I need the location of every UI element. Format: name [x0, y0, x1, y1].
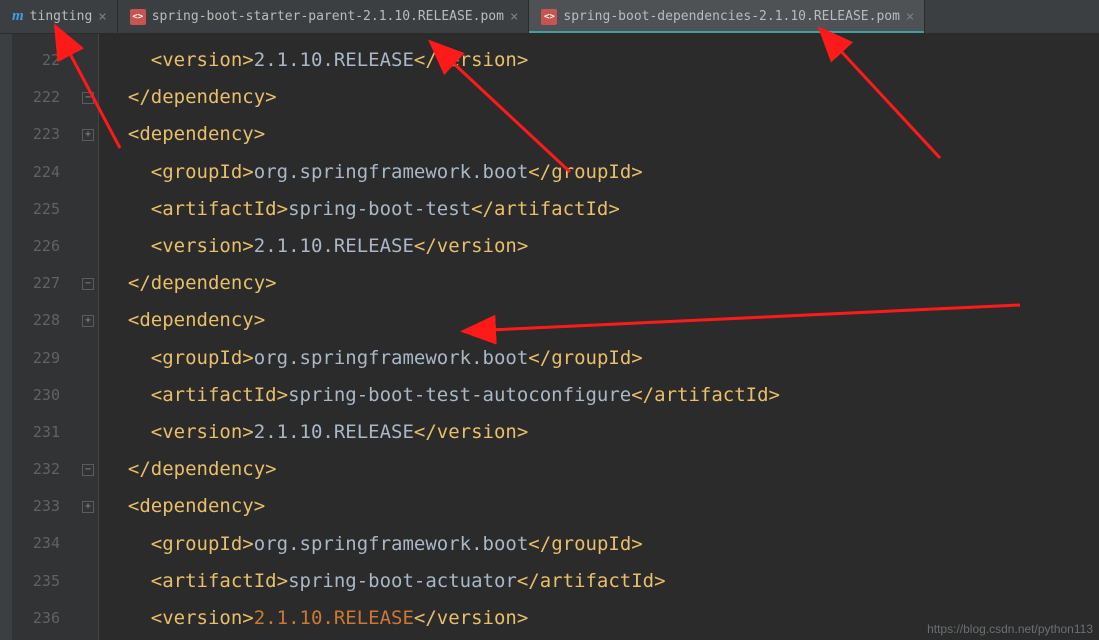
- tab-label: spring-boot-starter-parent-2.1.10.RELEAS…: [152, 9, 504, 24]
- fold-gutter-cell: +: [78, 302, 98, 339]
- fold-collapse-icon[interactable]: −: [82, 278, 94, 290]
- code-line: <dependency>: [105, 302, 1099, 339]
- close-icon[interactable]: ×: [510, 10, 518, 24]
- fold-gutter-cell: [78, 340, 98, 377]
- fold-expand-icon[interactable]: +: [82, 129, 94, 141]
- watermark: https://blog.csdn.net/python113: [927, 622, 1093, 636]
- xml-file-icon: [541, 9, 557, 25]
- fold-gutter-cell: [78, 377, 98, 414]
- xml-file-icon: [130, 9, 146, 25]
- line-number: 233: [12, 488, 78, 525]
- maven-icon: m: [12, 8, 24, 25]
- fold-gutter-cell: [78, 191, 98, 228]
- tab-bar: m tingting × spring-boot-starter-parent-2.1…: [0, 0, 1099, 34]
- fold-gutter-cell: [78, 42, 98, 79]
- editor: 2222222322422522622722822923023123223323…: [0, 34, 1099, 640]
- left-strip: [0, 34, 12, 640]
- tab-2[interactable]: spring-boot-dependencies-2.1.10.RELEASE.…: [529, 0, 925, 33]
- fold-gutter-cell: −: [78, 79, 98, 116]
- line-number: 228: [12, 302, 78, 339]
- fold-collapse-icon[interactable]: −: [82, 464, 94, 476]
- fold-gutter-cell: [78, 154, 98, 191]
- line-number: 227: [12, 265, 78, 302]
- code-line: </dependency>: [105, 79, 1099, 116]
- line-number: 226: [12, 228, 78, 265]
- code-line: <groupId>org.springframework.boot</group…: [105, 340, 1099, 377]
- code-line: <groupId>org.springframework.boot</group…: [105, 154, 1099, 191]
- line-number: 236: [12, 600, 78, 637]
- code-line: <groupId>org.springframework.boot</group…: [105, 526, 1099, 563]
- fold-collapse-icon[interactable]: −: [82, 92, 94, 104]
- line-number: 230: [12, 377, 78, 414]
- line-number: 225: [12, 191, 78, 228]
- fold-gutter-cell: −: [78, 265, 98, 302]
- fold-gutter-cell: [78, 563, 98, 600]
- code-line: <dependency>: [105, 116, 1099, 153]
- code-line: <artifactId>spring-boot-test-autoconfigu…: [105, 377, 1099, 414]
- code-line: </dependency>: [105, 265, 1099, 302]
- code-line: <artifactId>spring-boot-actuator</artifa…: [105, 563, 1099, 600]
- fold-gutter-cell: [78, 228, 98, 265]
- line-number: 232: [12, 451, 78, 488]
- line-number: 235: [12, 563, 78, 600]
- gutter: 2222222322422522622722822923023123223323…: [12, 34, 78, 640]
- line-number: 229: [12, 340, 78, 377]
- code-line: <version>2.1.10.RELEASE</version>: [105, 414, 1099, 451]
- fold-strip: − + − + − +: [78, 34, 98, 640]
- fold-gutter-cell: [78, 525, 98, 562]
- close-icon[interactable]: ×: [906, 10, 914, 24]
- code-line: <artifactId>spring-boot-test</artifactId…: [105, 191, 1099, 228]
- line-number: 224: [12, 154, 78, 191]
- fold-expand-icon[interactable]: +: [82, 315, 94, 327]
- tab-1[interactable]: spring-boot-starter-parent-2.1.10.RELEAS…: [118, 0, 530, 33]
- fold-gutter-cell: +: [78, 116, 98, 153]
- tab-0[interactable]: m tingting ×: [0, 0, 118, 33]
- code-line: <version>2.1.10.RELEASE</version>: [105, 228, 1099, 265]
- fold-expand-icon[interactable]: +: [82, 501, 94, 513]
- line-number: 222: [12, 79, 78, 116]
- line-number: 22: [12, 42, 78, 79]
- tab-label: tingting: [30, 9, 93, 24]
- fold-gutter-cell: +: [78, 488, 98, 525]
- close-icon[interactable]: ×: [98, 10, 106, 24]
- code-line: <dependency>: [105, 488, 1099, 525]
- code-line: </dependency>: [105, 451, 1099, 488]
- code-line: <version>2.1.10.RELEASE</version>: [105, 42, 1099, 79]
- fold-gutter-cell: [78, 600, 98, 637]
- line-number: 223: [12, 116, 78, 153]
- line-number: 234: [12, 525, 78, 562]
- fold-gutter-cell: [78, 414, 98, 451]
- fold-gutter-cell: −: [78, 451, 98, 488]
- tab-label: spring-boot-dependencies-2.1.10.RELEASE.…: [563, 9, 900, 24]
- code-area[interactable]: <version>2.1.10.RELEASE</version> </depe…: [99, 34, 1099, 640]
- line-number: 231: [12, 414, 78, 451]
